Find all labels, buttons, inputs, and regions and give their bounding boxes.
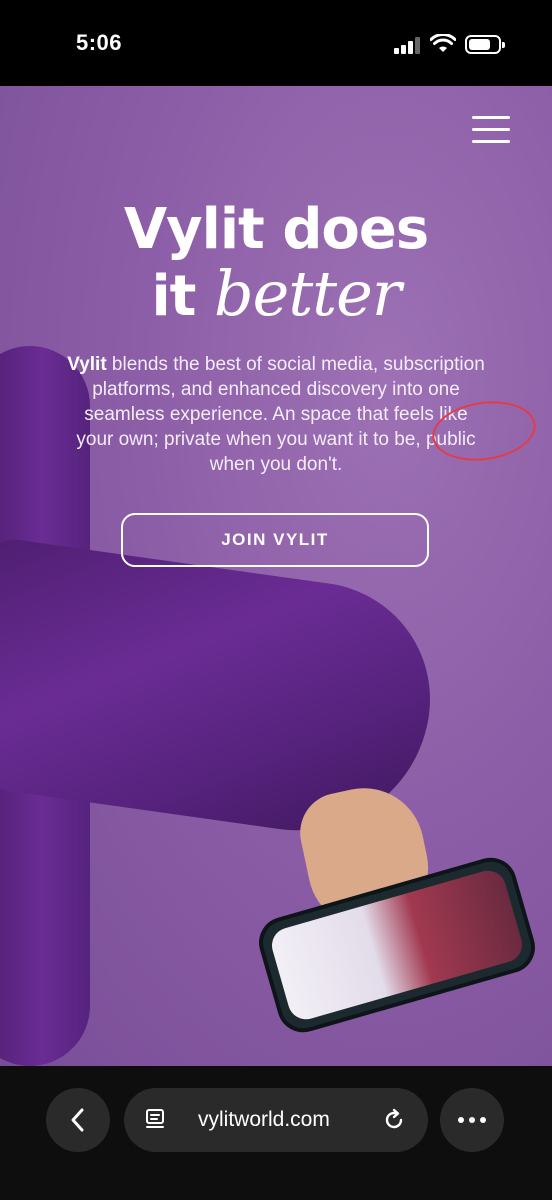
headline-line1: Vylit does xyxy=(123,197,429,262)
menu-icon[interactable] xyxy=(472,116,510,144)
status-time: 5:06 xyxy=(76,30,123,55)
back-button[interactable] xyxy=(46,1088,110,1152)
page-icon[interactable] xyxy=(144,1108,166,1130)
reload-icon[interactable] xyxy=(382,1108,406,1132)
browser-toolbar: vylitworld.com xyxy=(0,1066,552,1200)
description-brand: Vylit xyxy=(67,354,107,375)
back-icon xyxy=(71,1108,84,1132)
more-icon xyxy=(458,1117,486,1123)
hero-section: Vylit does it better Vylit blends the be… xyxy=(0,86,552,1066)
status-bar: 5:06 xyxy=(0,0,552,86)
join-button[interactable]: JOIN VYLIT xyxy=(121,513,429,567)
hero-description: Vylit blends the best of social media, s… xyxy=(66,352,486,477)
url-text[interactable]: vylitworld.com xyxy=(198,1108,330,1132)
description-text: blends the best of social media, subscri… xyxy=(76,354,485,475)
signal-icon xyxy=(394,36,422,54)
headline-line2: it better xyxy=(0,262,552,329)
address-bar[interactable]: vylitworld.com xyxy=(124,1088,428,1152)
headline: Vylit does it better xyxy=(0,198,552,329)
more-button[interactable] xyxy=(440,1088,504,1152)
headline-script: better xyxy=(213,257,402,330)
battery-icon xyxy=(465,35,505,54)
headline-plain: it xyxy=(151,264,196,329)
wifi-icon xyxy=(430,34,456,52)
